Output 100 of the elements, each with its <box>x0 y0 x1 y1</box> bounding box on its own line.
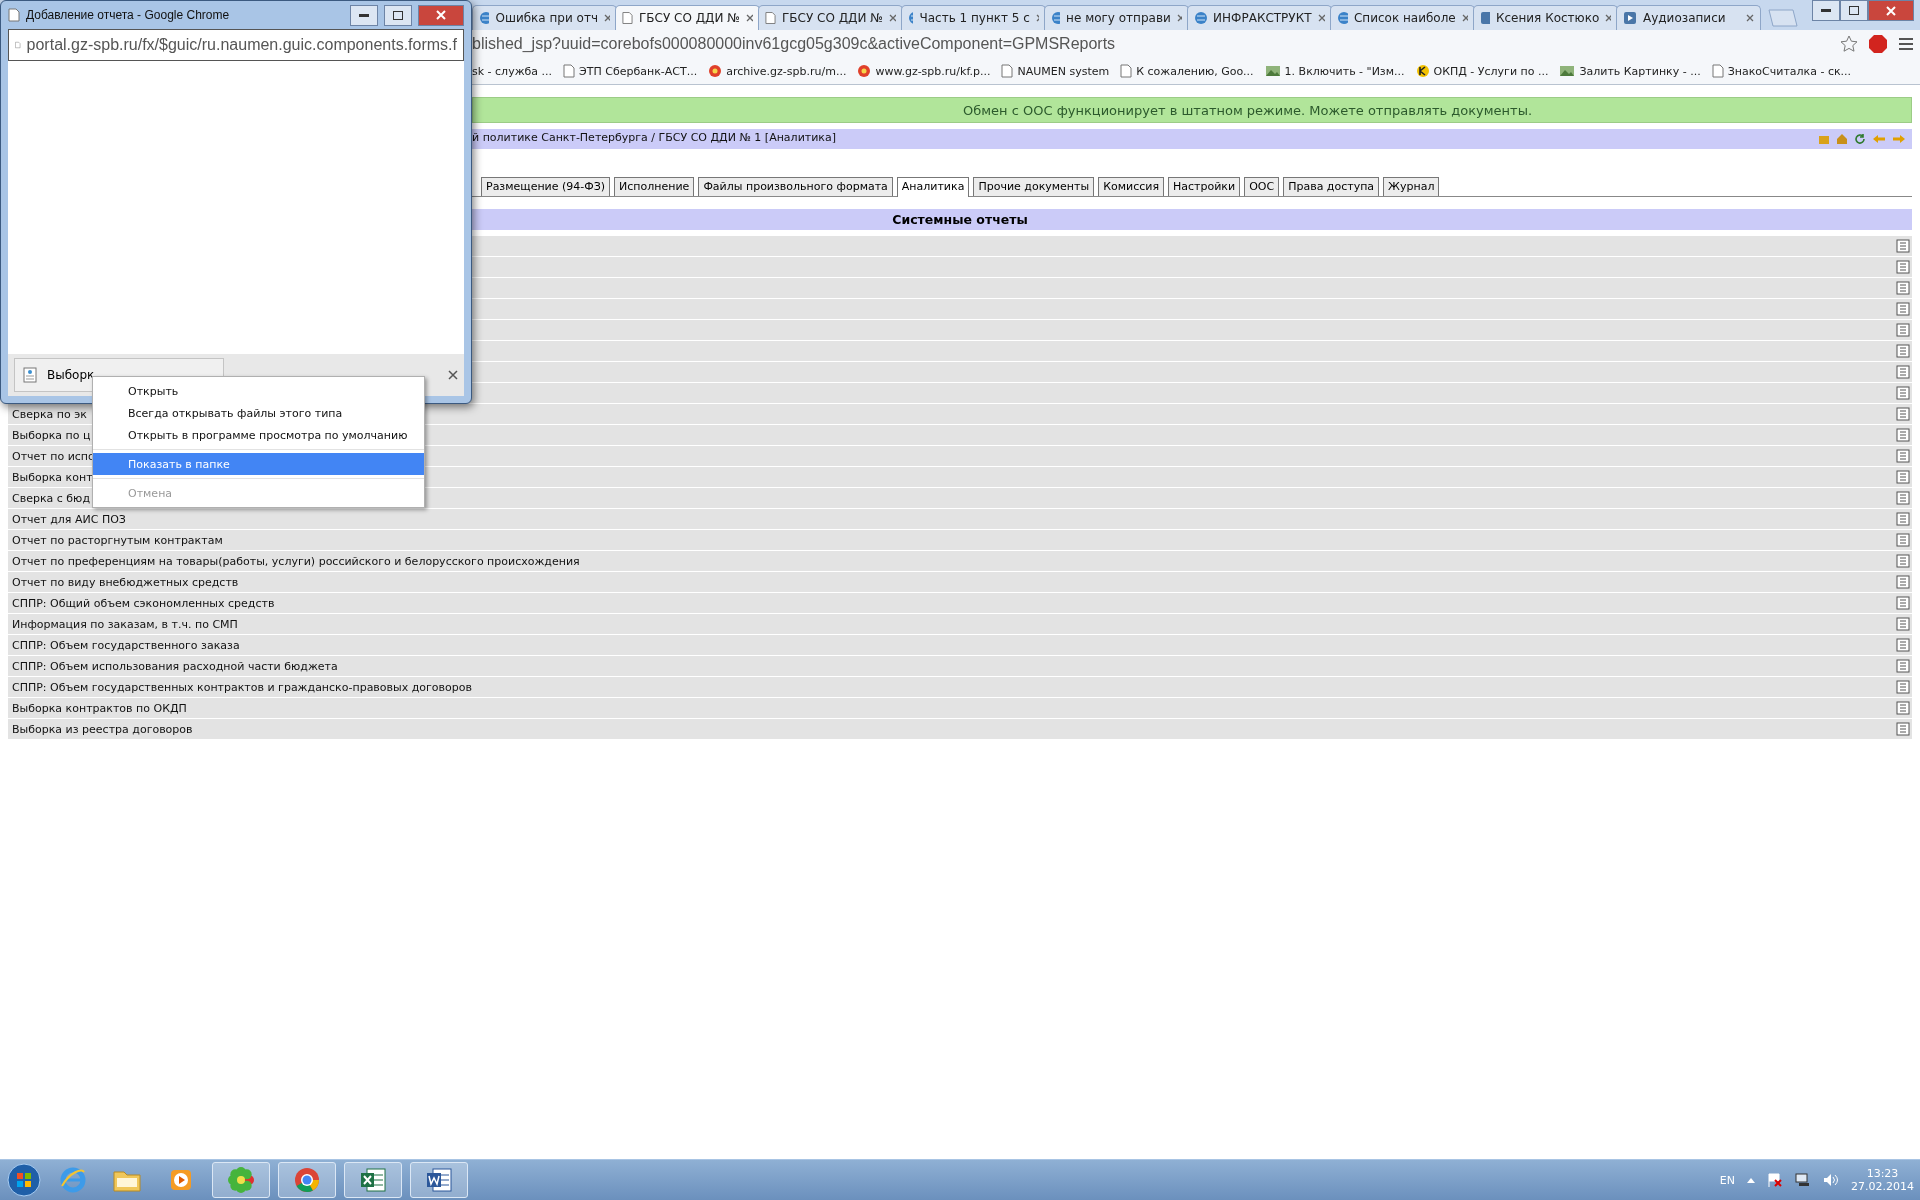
start-button[interactable] <box>6 1162 42 1198</box>
forward-arrow-icon[interactable] <box>1892 133 1906 145</box>
bookmark[interactable]: NAUMEN system <box>1001 64 1110 78</box>
bookmark[interactable]: sk - служба ... <box>472 64 553 78</box>
report-icon[interactable] <box>1896 323 1910 337</box>
volume-icon[interactable] <box>1823 1173 1839 1187</box>
tab[interactable]: Прочие документы <box>973 177 1095 196</box>
report-icon[interactable] <box>1896 365 1910 379</box>
tab[interactable]: ООС <box>1244 177 1280 196</box>
menu-icon[interactable] <box>1898 37 1914 51</box>
close-icon[interactable] <box>745 14 753 22</box>
menu-item[interactable]: Открыть в программе просмотра по умолчанию <box>93 424 424 446</box>
report-icon[interactable] <box>1896 239 1910 253</box>
close-icon[interactable] <box>448 370 458 380</box>
browser-tab[interactable]: Аудиозаписи <box>1616 5 1761 30</box>
close-button[interactable] <box>418 4 464 26</box>
report-icon[interactable] <box>1896 428 1910 442</box>
report-icon[interactable] <box>1896 491 1910 505</box>
browser-tab[interactable]: ГБСУ СО ДДИ № <box>615 5 760 30</box>
flower-icon[interactable] <box>227 1166 255 1194</box>
network-icon[interactable] <box>1795 1173 1811 1187</box>
report-icon[interactable] <box>1896 281 1910 295</box>
refresh-icon[interactable] <box>1854 133 1866 145</box>
bookmark[interactable]: www.gz-spb.ru/kf.p... <box>857 64 991 78</box>
browser-icon[interactable] <box>59 1166 87 1194</box>
report-icon[interactable] <box>1896 449 1910 463</box>
report-icon[interactable] <box>1896 575 1910 589</box>
report-row[interactable]: Выборка контрактов по ОКДП <box>8 698 1912 718</box>
browser-tab[interactable]: Часть 1 пункт 5 с <box>901 5 1046 30</box>
report-row[interactable]: СППР: Объем государственных контрактов и гражданско-правовых договоров <box>8 677 1912 697</box>
spreadsheet-icon[interactable] <box>359 1166 387 1194</box>
report-row[interactable]: Информация по заказам, в т.ч. по СМП <box>8 614 1912 634</box>
close-icon[interactable] <box>1461 14 1468 22</box>
report-icon[interactable] <box>1896 386 1910 400</box>
close-icon[interactable] <box>1746 14 1754 22</box>
new-tab-button[interactable] <box>1765 9 1799 27</box>
taskbar-button[interactable] <box>410 1162 468 1198</box>
bookmark[interactable]: archive.gz-spb.ru/m... <box>708 64 847 78</box>
browser-tab[interactable]: Ксения Костюко <box>1473 5 1618 30</box>
browser-tab[interactable]: ГБСУ СО ДДИ № <box>758 5 903 30</box>
bookmark[interactable]: ЭТП Сбербанк-АСТ... <box>563 64 698 78</box>
report-icon[interactable] <box>1896 617 1910 631</box>
address-field[interactable]: portal.gz-spb.ru/fx/$guic/ru.naumen.guic.components.forms.f <box>8 29 464 61</box>
stop-sign-icon[interactable] <box>1868 34 1888 54</box>
tab[interactable]: Аналитика <box>896 177 970 197</box>
report-row[interactable]: СППР: Объем государственного заказа <box>8 635 1912 655</box>
close-icon[interactable] <box>1176 14 1182 22</box>
close-icon[interactable] <box>1317 14 1325 22</box>
report-icon[interactable] <box>1896 701 1910 715</box>
star-icon[interactable] <box>1840 35 1858 53</box>
close-icon[interactable] <box>604 14 610 22</box>
chrome-icon[interactable] <box>293 1166 321 1194</box>
close-button[interactable] <box>1868 0 1914 21</box>
browser-tab[interactable]: ИНФРАКСТРУКТ <box>1187 5 1332 30</box>
report-icon[interactable] <box>1896 659 1910 673</box>
minimize-button[interactable] <box>350 4 378 26</box>
report-row[interactable]: СППР: Объем использования расходной части бюджета <box>8 656 1912 676</box>
report-icon[interactable] <box>1896 302 1910 316</box>
tab[interactable]: Права доступа <box>1283 177 1380 196</box>
report-icon[interactable] <box>1896 596 1910 610</box>
tab[interactable]: Журнал <box>1383 177 1440 196</box>
tab[interactable]: Исполнение <box>614 177 695 196</box>
tab[interactable]: Настройки <box>1168 177 1241 196</box>
report-icon[interactable] <box>1896 344 1910 358</box>
minimize-button[interactable] <box>1812 0 1840 21</box>
caret-icon[interactable] <box>1747 1177 1755 1183</box>
report-icon[interactable] <box>1896 533 1910 547</box>
menu-item[interactable]: Всегда открывать файлы этого типа <box>93 402 424 424</box>
report-row[interactable]: Отчет для АИС ПОЗ <box>8 509 1912 529</box>
report-icon[interactable] <box>1896 512 1910 526</box>
bookmark[interactable]: ОКПД - Услуги по ... <box>1415 64 1549 78</box>
report-row[interactable]: Отчет по расторгнутым контрактам <box>8 530 1912 550</box>
report-row[interactable]: Выборка из реестра договоров <box>8 719 1912 739</box>
report-row[interactable]: Отчет по виду внебюджетных средств <box>8 572 1912 592</box>
report-icon[interactable] <box>1896 407 1910 421</box>
bookmark[interactable]: 1. Включить - "Изм... <box>1264 64 1405 78</box>
close-icon[interactable] <box>1035 14 1039 22</box>
tab[interactable]: Файлы произвольного формата <box>698 177 893 196</box>
address-field[interactable]: blished_jsp?uuid=corebofs000080000inv61gcg05g309c&activeComponent=GPMSReports <box>472 35 1830 53</box>
report-icon[interactable] <box>1896 680 1910 694</box>
document-icon[interactable] <box>425 1166 453 1194</box>
report-row[interactable]: Отчет по преференциям на товары(работы, услуги) российского и белорусского происхождения <box>8 551 1912 571</box>
maximize-button[interactable] <box>384 4 412 26</box>
report-icon[interactable] <box>1896 722 1910 736</box>
flag-icon[interactable] <box>1767 1173 1783 1187</box>
close-icon[interactable] <box>1605 14 1611 22</box>
back-arrow-icon[interactable] <box>1872 133 1886 145</box>
report-icon[interactable] <box>1896 638 1910 652</box>
report-icon[interactable] <box>1896 470 1910 484</box>
bookmark[interactable]: ЗнакоСчиталка - ск... <box>1711 64 1852 78</box>
folder-icon[interactable] <box>1818 133 1830 145</box>
report-row[interactable]: СППР: Общий объем сэкономленных средств <box>8 593 1912 613</box>
report-icon[interactable] <box>1896 554 1910 568</box>
tab[interactable]: Комиссия <box>1098 177 1165 196</box>
browser-tab[interactable]: Список наиболе <box>1330 5 1475 30</box>
browser-tab[interactable]: Ошибка при отч <box>472 5 617 30</box>
taskbar-button[interactable] <box>278 1162 336 1198</box>
browser-tab[interactable]: не могу отправи <box>1044 5 1189 30</box>
maximize-button[interactable] <box>1840 0 1868 21</box>
report-icon[interactable] <box>1896 260 1910 274</box>
